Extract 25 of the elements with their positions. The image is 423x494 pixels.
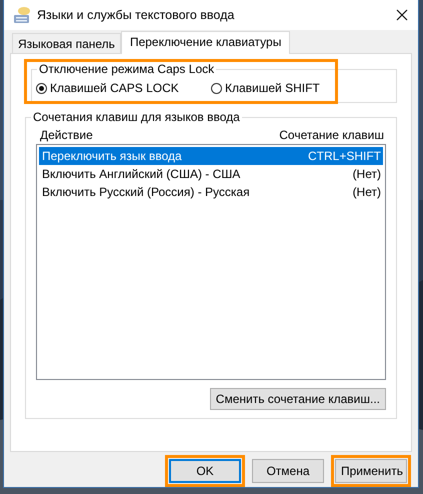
keyboard-icon (13, 6, 31, 24)
window-title: Языки и службы текстового ввода (37, 8, 236, 22)
radio-label[interactable]: Клавишей CAPS LOCK (50, 81, 179, 95)
tab[interactable]: Переключение клавиатуры (120, 31, 290, 54)
tab[interactable]: Языковая панель (12, 33, 121, 53)
column-header: Сочетание клавиш (279, 128, 384, 144)
group-title: Сочетания клавиш для языков ввода (31, 110, 242, 124)
hotkey-text: CTRL+SHIFT (308, 149, 381, 163)
hotkey-text: (Нет) (352, 185, 381, 199)
action-text: Включить Английский (США) - США (42, 167, 240, 181)
column-header: Действие (40, 128, 93, 144)
dialog-button[interactable]: Отмена (252, 459, 324, 483)
list-row[interactable]: Включить Русский (Россия) - Русская (Нет) (39, 183, 383, 201)
close-icon[interactable] (396, 9, 408, 21)
dialog-button[interactable]: OK (169, 459, 241, 483)
hotkey-text: (Нет) (352, 167, 381, 181)
radio-button[interactable] (211, 82, 222, 94)
list-row[interactable]: Переключить язык ввода CTRL+SHIFT (39, 147, 383, 165)
change-hotkey-button[interactable]: Сменить сочетание клавиш... (210, 388, 386, 410)
list-row[interactable]: Включить Английский (США) - США (Нет) (39, 165, 383, 183)
radio-label[interactable]: Клавишей SHIFT (225, 81, 320, 95)
radio-button[interactable] (36, 82, 47, 94)
action-text: Переключить язык ввода (42, 149, 182, 163)
action-text: Включить Русский (Россия) - Русская (42, 185, 250, 199)
dialog-button[interactable]: Применить (335, 459, 407, 483)
